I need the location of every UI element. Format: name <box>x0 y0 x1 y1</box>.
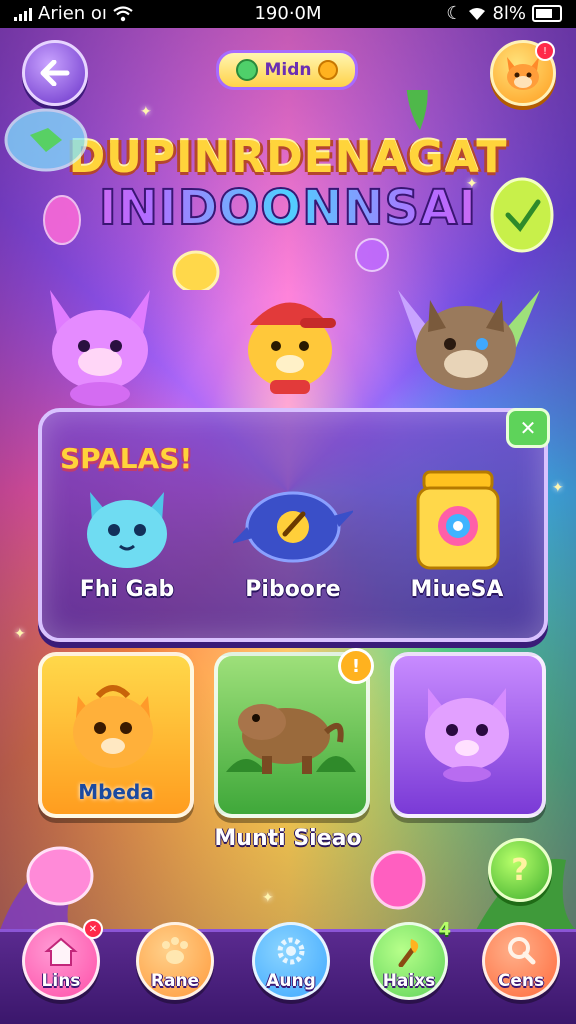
sparkle-icon: ✦ <box>466 176 478 192</box>
compass-ship-icon <box>233 491 353 563</box>
battery-percent: 8l% <box>492 3 526 24</box>
mode-pill[interactable]: Midn <box>216 50 358 90</box>
game-tile-1[interactable]: Mbeda <box>38 652 194 818</box>
game-tile-2[interactable]: ! <box>214 648 374 818</box>
winged-wolf-mascot <box>398 290 540 390</box>
sparkle-icon: ✦ <box>140 104 152 120</box>
nav-settings-label: Aung <box>266 971 316 991</box>
game-tile-1-label: Mbeda <box>78 780 154 804</box>
battery-icon <box>532 5 562 22</box>
mode-label: Midn <box>264 60 312 80</box>
profile-notification-badge: ! <box>535 41 555 61</box>
torch-icon <box>398 939 419 967</box>
featured-item-1-label: Fhi Gab <box>79 577 175 602</box>
sparkle-icon: ✦ <box>262 890 274 906</box>
arrow-left-icon <box>40 60 70 86</box>
floating-orbs <box>4 90 554 290</box>
nav-quests-label: Haixs <box>382 971 436 991</box>
featured-item-3-label: MiueSA <box>410 577 504 602</box>
house-icon <box>44 937 78 966</box>
search-icon <box>508 937 536 965</box>
gear-icon <box>277 937 305 965</box>
wifi-icon-right <box>469 7 486 20</box>
featured-item-3[interactable]: MiueSA <box>382 452 532 602</box>
nav-pets[interactable]: Rane <box>136 922 214 1000</box>
jar-icon <box>416 470 500 570</box>
featured-item-1[interactable]: Fhi Gab <box>52 452 202 602</box>
game-tile-3[interactable] <box>390 652 546 818</box>
coin-icon <box>317 60 338 80</box>
nav-home[interactable]: Lins ✕ <box>22 919 103 1000</box>
status-bar: Arien oı 190·0M ☾ 8l% <box>0 0 576 28</box>
nav-quests[interactable]: Haixs 4 <box>370 919 451 1000</box>
orange-hamster-icon <box>73 685 153 768</box>
help-button[interactable]: ? <box>488 838 552 902</box>
capybara-icon <box>226 704 356 774</box>
nav-search[interactable]: Cens <box>482 922 560 1000</box>
nav-quests-badge: 4 <box>438 919 451 940</box>
nav-settings[interactable]: Aung <box>252 922 330 1000</box>
nav-home-label: Lins <box>41 971 81 991</box>
featured-panel: ✕ SPALAS! Fhi Gab Piboore MiueSA <box>38 408 550 642</box>
blue-cat-icon <box>87 492 167 568</box>
hamster-mascot <box>248 302 336 394</box>
moon-icon: ☾ <box>446 3 463 24</box>
status-right: ☾ 8l% <box>446 3 562 24</box>
purple-cat-icon <box>425 688 509 782</box>
featured-item-2[interactable]: Piboore <box>218 452 368 602</box>
gem-icon <box>236 59 259 81</box>
mascot-characters <box>50 290 540 406</box>
bottom-nav: Lins ✕ Rane Aung Haixs 4 Cens <box>0 919 576 1024</box>
featured-item-2-label: Piboore <box>245 577 341 602</box>
sparkle-icon: ✦ <box>14 626 26 642</box>
nav-search-label: Cens <box>497 971 545 991</box>
paw-icon <box>162 937 188 964</box>
nav-pets-label: Rane <box>150 971 200 991</box>
panel-close-button[interactable]: ✕ <box>506 408 550 448</box>
sparkle-icon: ✦ <box>552 480 564 496</box>
nav-home-badge: ✕ <box>83 919 103 939</box>
pink-bunny-mascot <box>50 290 150 406</box>
